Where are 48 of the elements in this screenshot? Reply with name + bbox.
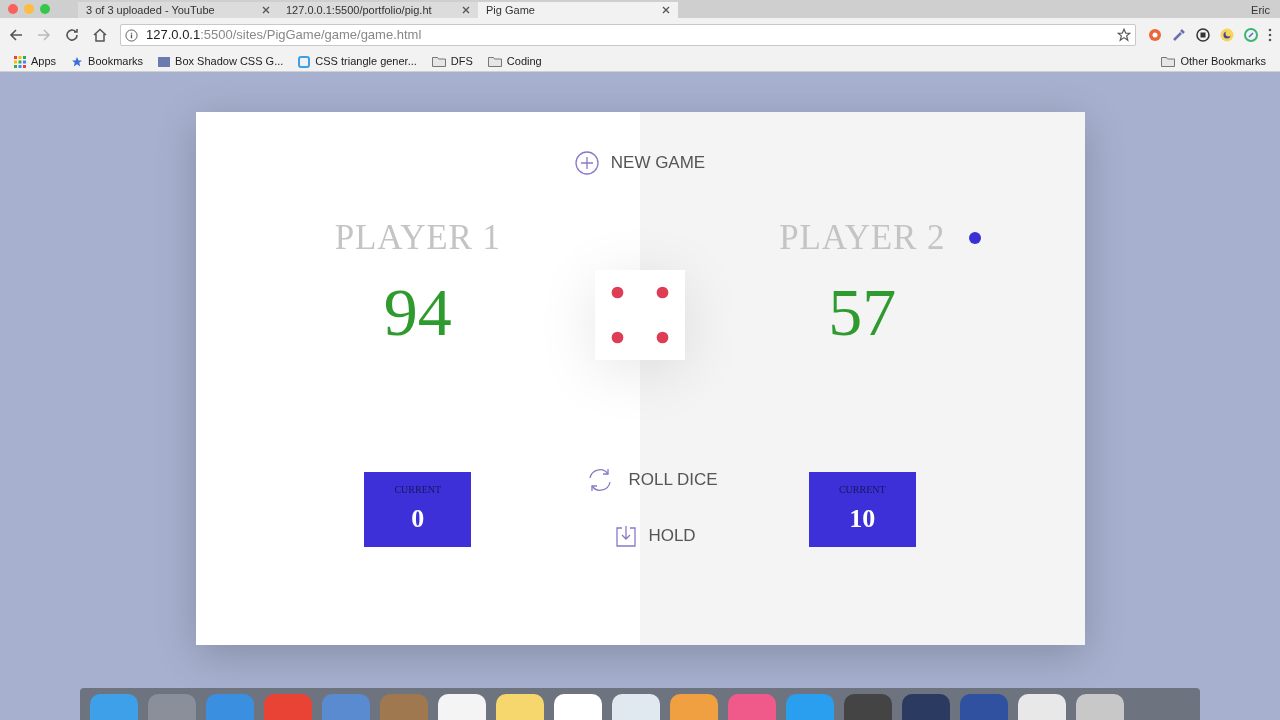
player-score: 94 [383,278,452,346]
current-label: CURRENT [394,483,442,497]
tab-title: 3 of 3 uploaded - YouTube [86,4,216,16]
hold-button[interactable]: HOLD [616,523,696,549]
close-tab-icon[interactable] [462,6,470,14]
bookmark-link[interactable]: Coding [487,53,542,70]
close-tab-icon[interactable] [262,6,270,14]
browser-tab[interactable]: Pig Game [478,2,678,18]
current-score: 0 [411,503,425,535]
lifebuoy-icon[interactable] [1148,28,1162,42]
star-icon [71,55,84,68]
menu-icon[interactable] [1268,28,1272,42]
folder-icon [1161,56,1176,67]
roll-dice-button[interactable]: ROLL DICE [586,467,718,493]
browser-tab[interactable]: 127.0.0.1:5500/portfolio/pig.ht [278,2,478,18]
address-bar[interactable]: 127.0.0.1:5500/sites/PigGame/game/game.html [120,24,1136,46]
url-text: 127.0.0.1:5500/sites/PigGame/game/game.html [146,26,422,45]
user-label[interactable]: Eric [1251,2,1270,19]
download-tray-icon [616,524,637,547]
folder-icon [431,56,446,67]
moon-icon[interactable] [1220,28,1234,42]
star-outline-icon[interactable] [1117,28,1131,42]
bookmark-link[interactable]: Bookmarks [71,53,144,70]
current-label: CURRENT [838,483,886,497]
back-arrow-icon[interactable] [8,27,24,43]
bookmark-link[interactable]: CSS triangle gener... [298,53,417,70]
player-name: PLAYER 1 [334,216,501,259]
apps-grid-icon [14,55,26,68]
eyedropper-icon[interactable] [1172,28,1186,42]
browser-tab[interactable]: 3 of 3 uploaded - YouTube [78,2,278,18]
close-tab-icon[interactable] [662,6,670,14]
info-icon[interactable] [125,28,138,42]
stop-circle-icon[interactable] [1196,28,1210,42]
bookmark-link[interactable]: Apps [14,53,57,70]
player-score: 57 [828,278,897,346]
tab-title: Pig Game [486,4,536,16]
current-score: 10 [849,503,876,535]
new-game-button[interactable]: NEW GAME [574,150,706,176]
folder-icon [487,56,502,67]
bookmark-link[interactable]: DFS [431,53,473,70]
reload-icon[interactable] [64,27,80,43]
bookmark-link[interactable]: Box Shadow CSS G... [158,53,284,70]
plus-circle-icon [574,150,599,175]
page-icon [158,56,171,67]
home-icon[interactable] [92,27,108,43]
square-outline-icon [298,55,311,68]
tab-title: 127.0.0.1:5500/portfolio/pig.ht [286,4,433,16]
bookmark-link[interactable]: Other Bookmarks [1161,53,1266,70]
